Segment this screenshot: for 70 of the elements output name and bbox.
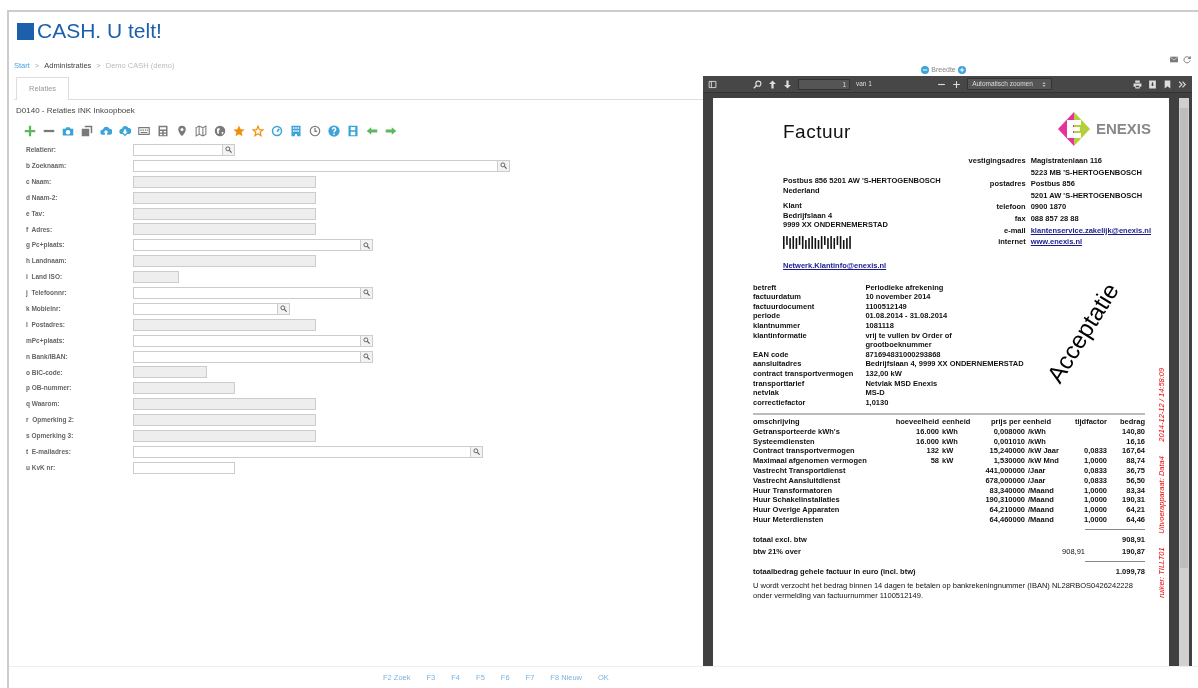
print-icon[interactable] bbox=[1133, 79, 1142, 89]
refresh-icon[interactable] bbox=[1182, 54, 1192, 64]
camera-icon[interactable] bbox=[62, 125, 74, 137]
input-field[interactable] bbox=[133, 302, 278, 315]
cloud-upload-icon[interactable] bbox=[100, 125, 112, 137]
readonly-field[interactable] bbox=[133, 414, 316, 427]
readonly-field[interactable] bbox=[133, 223, 316, 236]
globe-icon[interactable] bbox=[214, 125, 226, 137]
arrow-left-icon[interactable] bbox=[366, 125, 378, 137]
download-icon[interactable] bbox=[1148, 79, 1157, 89]
star-icon[interactable] bbox=[233, 125, 245, 137]
film-icon[interactable] bbox=[347, 125, 359, 137]
map-pin-icon[interactable] bbox=[176, 125, 188, 137]
help-icon[interactable] bbox=[328, 125, 340, 137]
arrow-right-icon[interactable] bbox=[385, 125, 397, 137]
readonly-field[interactable] bbox=[133, 191, 316, 204]
invoice-title: Factuur bbox=[783, 121, 851, 143]
logo-text: ENEXIS bbox=[1095, 120, 1151, 138]
readonly-field[interactable] bbox=[133, 429, 316, 442]
map-icon[interactable] bbox=[195, 125, 207, 137]
plus-circle-icon[interactable] bbox=[957, 66, 966, 74]
input-field[interactable] bbox=[133, 159, 498, 172]
readonly-field[interactable] bbox=[133, 175, 316, 188]
logo-square-icon bbox=[17, 22, 34, 40]
copy-icon[interactable] bbox=[81, 125, 93, 137]
arrow-up-icon[interactable] bbox=[768, 79, 777, 89]
search-button[interactable] bbox=[361, 239, 373, 252]
search-button[interactable] bbox=[361, 334, 373, 347]
double-chevron-icon[interactable] bbox=[1178, 79, 1187, 89]
readonly-field[interactable] bbox=[133, 398, 316, 411]
search-button[interactable] bbox=[361, 286, 373, 299]
sidebar-toggle-icon[interactable] bbox=[708, 79, 717, 89]
search-button[interactable] bbox=[471, 445, 483, 458]
app-logo-text: CASH. U telt! bbox=[37, 19, 162, 43]
input-field[interactable] bbox=[133, 334, 361, 347]
form-title: D0140 - Relaties INK Inkoopboek bbox=[16, 106, 136, 116]
add-icon[interactable] bbox=[24, 125, 36, 137]
enexis-logo-icon bbox=[1056, 111, 1091, 147]
barcode-icon bbox=[783, 235, 853, 249]
search-button[interactable] bbox=[223, 143, 235, 156]
bookmark-icon[interactable] bbox=[1163, 79, 1172, 89]
readonly-field[interactable] bbox=[133, 382, 235, 395]
readonly-field[interactable] bbox=[133, 255, 316, 268]
select-caret-icon bbox=[1040, 80, 1047, 88]
cloud-download-icon[interactable] bbox=[119, 125, 131, 137]
scrollbar-thumb[interactable] bbox=[1180, 108, 1188, 568]
star-outline-icon[interactable] bbox=[252, 125, 264, 137]
input-field[interactable] bbox=[133, 286, 361, 299]
search-button[interactable] bbox=[278, 302, 290, 315]
input-field[interactable] bbox=[133, 239, 361, 252]
gauge-icon[interactable] bbox=[271, 125, 283, 137]
clock-icon[interactable] bbox=[309, 125, 321, 137]
calculator-icon[interactable] bbox=[157, 125, 169, 137]
input-field[interactable] bbox=[133, 143, 223, 156]
readonly-field[interactable] bbox=[133, 271, 179, 284]
search-button[interactable] bbox=[498, 159, 510, 172]
input-field[interactable] bbox=[133, 350, 361, 363]
arrow-down-icon[interactable] bbox=[783, 79, 792, 89]
input-field[interactable] bbox=[133, 445, 471, 458]
mail-icon[interactable] bbox=[1169, 54, 1179, 64]
input-field[interactable] bbox=[133, 461, 235, 474]
search-icon[interactable] bbox=[753, 79, 762, 89]
zoom-in-icon[interactable] bbox=[952, 79, 962, 89]
building-icon[interactable] bbox=[290, 125, 302, 137]
search-button[interactable] bbox=[361, 350, 373, 363]
keyboard-icon[interactable] bbox=[138, 125, 150, 137]
readonly-field[interactable] bbox=[133, 207, 316, 220]
minus-circle-icon[interactable] bbox=[921, 66, 930, 74]
readonly-field[interactable] bbox=[133, 366, 207, 379]
readonly-field[interactable] bbox=[133, 318, 316, 331]
